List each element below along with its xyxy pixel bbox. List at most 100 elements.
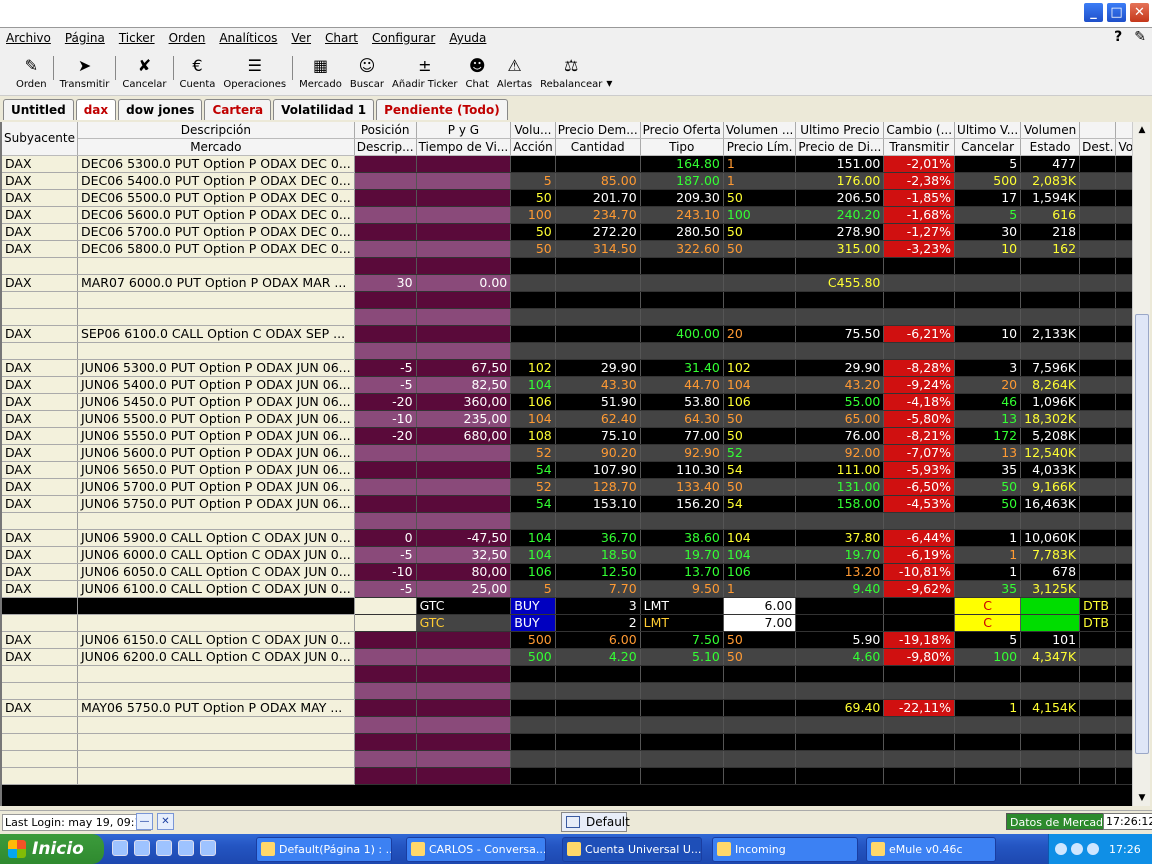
ask-size-cell[interactable]: 50 [723,240,797,258]
column-header[interactable]: Volu... [510,122,556,139]
ask-size-cell[interactable]: 50 [723,631,797,649]
vertical-scrollbar[interactable]: ▲ ▼ [1132,122,1150,806]
description-cell[interactable]: DEC06 5600.0 PUT Option P ODAX DEC 0... [77,206,355,224]
bid-size-cell[interactable]: 104 [510,529,556,547]
table-row[interactable]: DAX JUN06 5700.0 PUT Option P ODAX JUN 06… [2,478,1132,496]
column-header[interactable]: Volumen ... [723,122,797,139]
column-header[interactable]: Cambio (... [883,122,956,139]
ask-size-cell[interactable]: 54 [723,495,797,513]
ask-price-cell[interactable]: 19.70 [640,546,724,564]
close-icon[interactable]: ✕ [1129,2,1150,23]
bid-price-cell[interactable]: 6.00 [555,631,641,649]
ask-size-cell[interactable]: 50 [723,189,797,207]
order-limit-price-input[interactable]: 7.00 [723,614,797,632]
bid-size-cell[interactable]: 50 [510,189,556,207]
order-dest-cell[interactable]: DTB [1079,614,1117,632]
tab-1[interactable]: dax [75,99,117,120]
bid-price-cell[interactable]: 90.20 [555,444,641,462]
tab-2[interactable]: dow jones [118,99,203,120]
order-cancel-button[interactable]: C [954,597,1022,615]
ask-size-cell[interactable]: 1 [723,580,797,598]
ask-price-cell[interactable]: 64.30 [640,410,724,428]
column-header[interactable]: Mercado [77,138,355,156]
network-icon[interactable] [200,840,216,856]
ask-price-cell[interactable]: 400.00 [640,325,724,343]
toolbar-chat-button[interactable]: ☻ Chat [462,54,493,91]
ask-size-cell[interactable]: 104 [723,546,797,564]
layout-default-button[interactable]: Default [561,812,630,832]
ask-size-cell[interactable]: 52 [723,444,797,462]
spacer-row[interactable] [2,257,1132,275]
bid-price-cell[interactable]: 272.20 [555,223,641,241]
bid-size-cell[interactable] [510,699,556,717]
table-row[interactable]: DAX DEC06 5800.0 PUT Option P ODAX DEC 0.… [2,240,1132,258]
spacer-row[interactable] [2,512,1132,530]
spacer-row[interactable] [2,291,1132,309]
table-row[interactable]: DAX JUN06 6000.0 CALL Option C ODAX JUN 0… [2,546,1132,564]
column-header[interactable]: Precio Lím. [723,138,797,156]
bid-size-cell[interactable]: 54 [510,461,556,479]
ask-size-cell[interactable]: 50 [723,410,797,428]
menu-2[interactable]: Ticker [119,31,155,45]
bid-price-cell[interactable]: 12.50 [555,563,641,581]
column-header[interactable]: Cantidad [555,138,641,156]
column-header[interactable] [1115,122,1132,139]
bid-size-cell[interactable]: 54 [510,495,556,513]
column-header[interactable]: Transmitir [883,138,956,156]
tab-4[interactable]: Volatilidad 1 [273,99,375,120]
bid-price-cell[interactable]: 36.70 [555,529,641,547]
table-row[interactable]: DAX JUN06 5900.0 CALL Option C ODAX JUN 0… [2,529,1132,547]
toolbar-transmit-button[interactable]: ➤ Transmitir [56,54,114,91]
table-row[interactable]: DAX JUN06 5750.0 PUT Option P ODAX JUN 06… [2,495,1132,513]
toolbar-account-button[interactable]: € Cuenta [176,54,220,91]
bid-price-cell[interactable]: 29.90 [555,359,641,377]
description-cell[interactable]: DEC06 5800.0 PUT Option P ODAX DEC 0... [77,240,355,258]
menu-6[interactable]: Chart [325,31,358,45]
ask-size-cell[interactable]: 50 [723,648,797,666]
toolbar-order-button[interactable]: ✎ Orden [12,54,51,91]
ask-price-cell[interactable]: 77.00 [640,427,724,445]
description-cell[interactable]: JUN06 5550.0 PUT Option P ODAX JUN 06... [77,427,355,445]
description-cell[interactable]: JUN06 6200.0 CALL Option C ODAX JUN 0... [77,648,355,666]
bid-price-cell[interactable]: 43.30 [555,376,641,394]
menu-1[interactable]: Página [65,31,105,45]
ask-size-cell[interactable]: 104 [723,376,797,394]
taskbar-task-4[interactable]: eMule v0.46c [866,837,996,862]
spacer-row[interactable] [2,733,1132,751]
expand-icon[interactable]: ✕ [157,813,174,830]
description-cell[interactable]: JUN06 5900.0 CALL Option C ODAX JUN 0... [77,529,355,547]
description-cell[interactable]: MAY06 5750.0 PUT Option P ODAX MAY ... [77,699,355,717]
order-cancel-button[interactable]: C [954,614,1022,632]
column-header[interactable]: Tiempo de Vi... [416,138,512,156]
media-icon[interactable] [156,840,172,856]
bid-size-cell[interactable]: 50 [510,223,556,241]
column-header[interactable]: Descrip... [354,138,417,156]
scroll-up-icon[interactable]: ▲ [1135,123,1149,137]
column-header[interactable]: Subyacente [2,122,78,156]
column-header[interactable]: Ultimo Precio [795,122,885,139]
bid-price-cell[interactable]: 153.10 [555,495,641,513]
scroll-down-icon[interactable]: ▼ [1135,791,1149,805]
ask-size-cell[interactable]: 50 [723,223,797,241]
tab-0[interactable]: Untitled [3,99,74,120]
bid-price-cell[interactable] [555,274,641,292]
table-row[interactable]: DAX DEC06 5500.0 PUT Option P ODAX DEC 0.… [2,189,1132,207]
description-cell[interactable]: JUN06 5750.0 PUT Option P ODAX JUN 06... [77,495,355,513]
column-header[interactable]: Dest. [1079,138,1117,156]
table-row[interactable]: DAX JUN06 5300.0 PUT Option P ODAX JUN 06… [2,359,1132,377]
ask-size-cell[interactable]: 20 [723,325,797,343]
description-cell[interactable]: DEC06 5700.0 PUT Option P ODAX DEC 0... [77,223,355,241]
taskbar-task-0[interactable]: Default(Página 1) : ... [256,837,392,862]
bid-price-cell[interactable]: 107.90 [555,461,641,479]
spacer-row[interactable] [2,682,1132,700]
menu-7[interactable]: Configurar [372,31,435,45]
maximize-icon[interactable]: □ [1106,2,1127,23]
table-row[interactable]: DAX DEC06 5700.0 PUT Option P ODAX DEC 0.… [2,223,1132,241]
bid-size-cell[interactable]: 5 [510,172,556,190]
table-row[interactable]: DAX JUN06 5650.0 PUT Option P ODAX JUN 06… [2,461,1132,479]
description-cell[interactable]: JUN06 6000.0 CALL Option C ODAX JUN 0... [77,546,355,564]
order-row[interactable]: GTC BUY 3 LMT 6.00 C DTB [2,597,1132,615]
bid-price-cell[interactable] [555,155,641,173]
ask-price-cell[interactable]: 243.10 [640,206,724,224]
description-cell[interactable]: JUN06 5450.0 PUT Option P ODAX JUN 06... [77,393,355,411]
